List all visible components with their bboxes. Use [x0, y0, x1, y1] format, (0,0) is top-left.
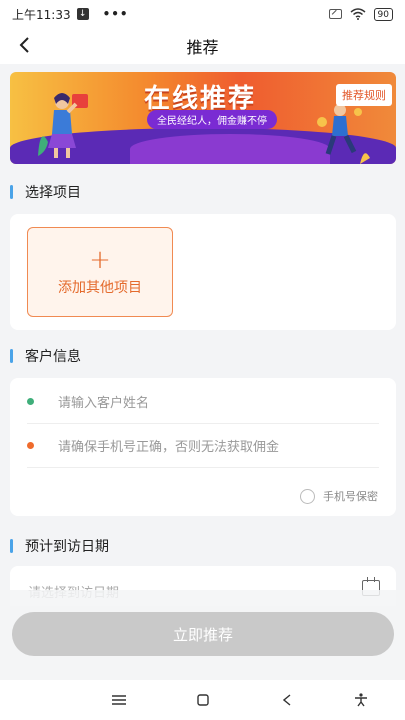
battery-indicator: 90 — [373, 7, 393, 21]
back-nav-icon[interactable] — [276, 690, 298, 710]
person-illustration — [38, 93, 88, 158]
radio-circle-icon[interactable] — [300, 488, 315, 504]
project-card: + 添加其他项目 — [10, 214, 396, 330]
menu-icon[interactable] — [108, 690, 130, 710]
home-icon[interactable] — [192, 690, 214, 710]
section-title-label: 客户信息 — [25, 349, 81, 365]
phone-privacy-label: 手机号保密 — [323, 490, 378, 503]
required-dot-icon — [27, 442, 34, 449]
section-select-project: 选择项目 — [10, 182, 81, 202]
banner-hill-highlight — [130, 134, 330, 164]
section-accent-bar — [10, 349, 13, 363]
back-button[interactable] — [12, 32, 36, 58]
page-title: 推荐 — [186, 38, 219, 57]
banner-subtitle: 全民经纪人，佣金赚不停 — [147, 110, 277, 129]
promo-banner: 在线推荐 全民经纪人，佣金赚不停 推荐规则 — [10, 72, 396, 164]
plus-icon: + — [89, 245, 111, 275]
phone-privacy-toggle[interactable]: 手机号保密 — [300, 488, 378, 504]
section-accent-bar — [10, 539, 13, 553]
chevron-left-icon — [19, 37, 29, 53]
nav-bar: 推荐 — [0, 28, 405, 64]
system-nav-bar — [0, 680, 405, 720]
section-title-label: 选择项目 — [25, 185, 81, 201]
status-time: 上午11:33 — [12, 7, 71, 22]
required-dot-icon — [27, 398, 34, 405]
rules-button[interactable]: 推荐规则 — [336, 84, 392, 106]
submit-recommend-button[interactable]: 立即推荐 — [12, 612, 394, 656]
wifi-icon — [350, 8, 366, 20]
section-accent-bar — [10, 185, 13, 199]
add-project-label: 添加其他项目 — [58, 280, 142, 296]
customer-card: 请输入客户姓名 请确保手机号正确，否则无法获取佣金 手机号保密 — [10, 378, 396, 516]
add-project-button[interactable]: + 添加其他项目 — [27, 227, 173, 317]
customer-phone-field[interactable]: 请确保手机号正确，否则无法获取佣金 — [27, 424, 379, 468]
more-notifications-icon: ••• — [102, 7, 129, 21]
sim-icon — [328, 9, 342, 19]
customer-phone-placeholder: 请确保手机号正确，否则无法获取佣金 — [58, 440, 280, 455]
section-title-label: 预计到访日期 — [25, 539, 109, 555]
accessibility-icon[interactable] — [350, 690, 372, 710]
status-bar: 上午11:33 ↓ ••• 90 — [0, 0, 405, 28]
customer-name-placeholder: 请输入客户姓名 — [58, 396, 150, 411]
download-icon: ↓ — [76, 8, 89, 20]
runner-illustration — [317, 104, 370, 164]
section-customer-info: 客户信息 — [10, 346, 81, 366]
section-visit-date: 预计到访日期 — [10, 536, 109, 556]
customer-name-field[interactable]: 请输入客户姓名 — [27, 380, 379, 424]
